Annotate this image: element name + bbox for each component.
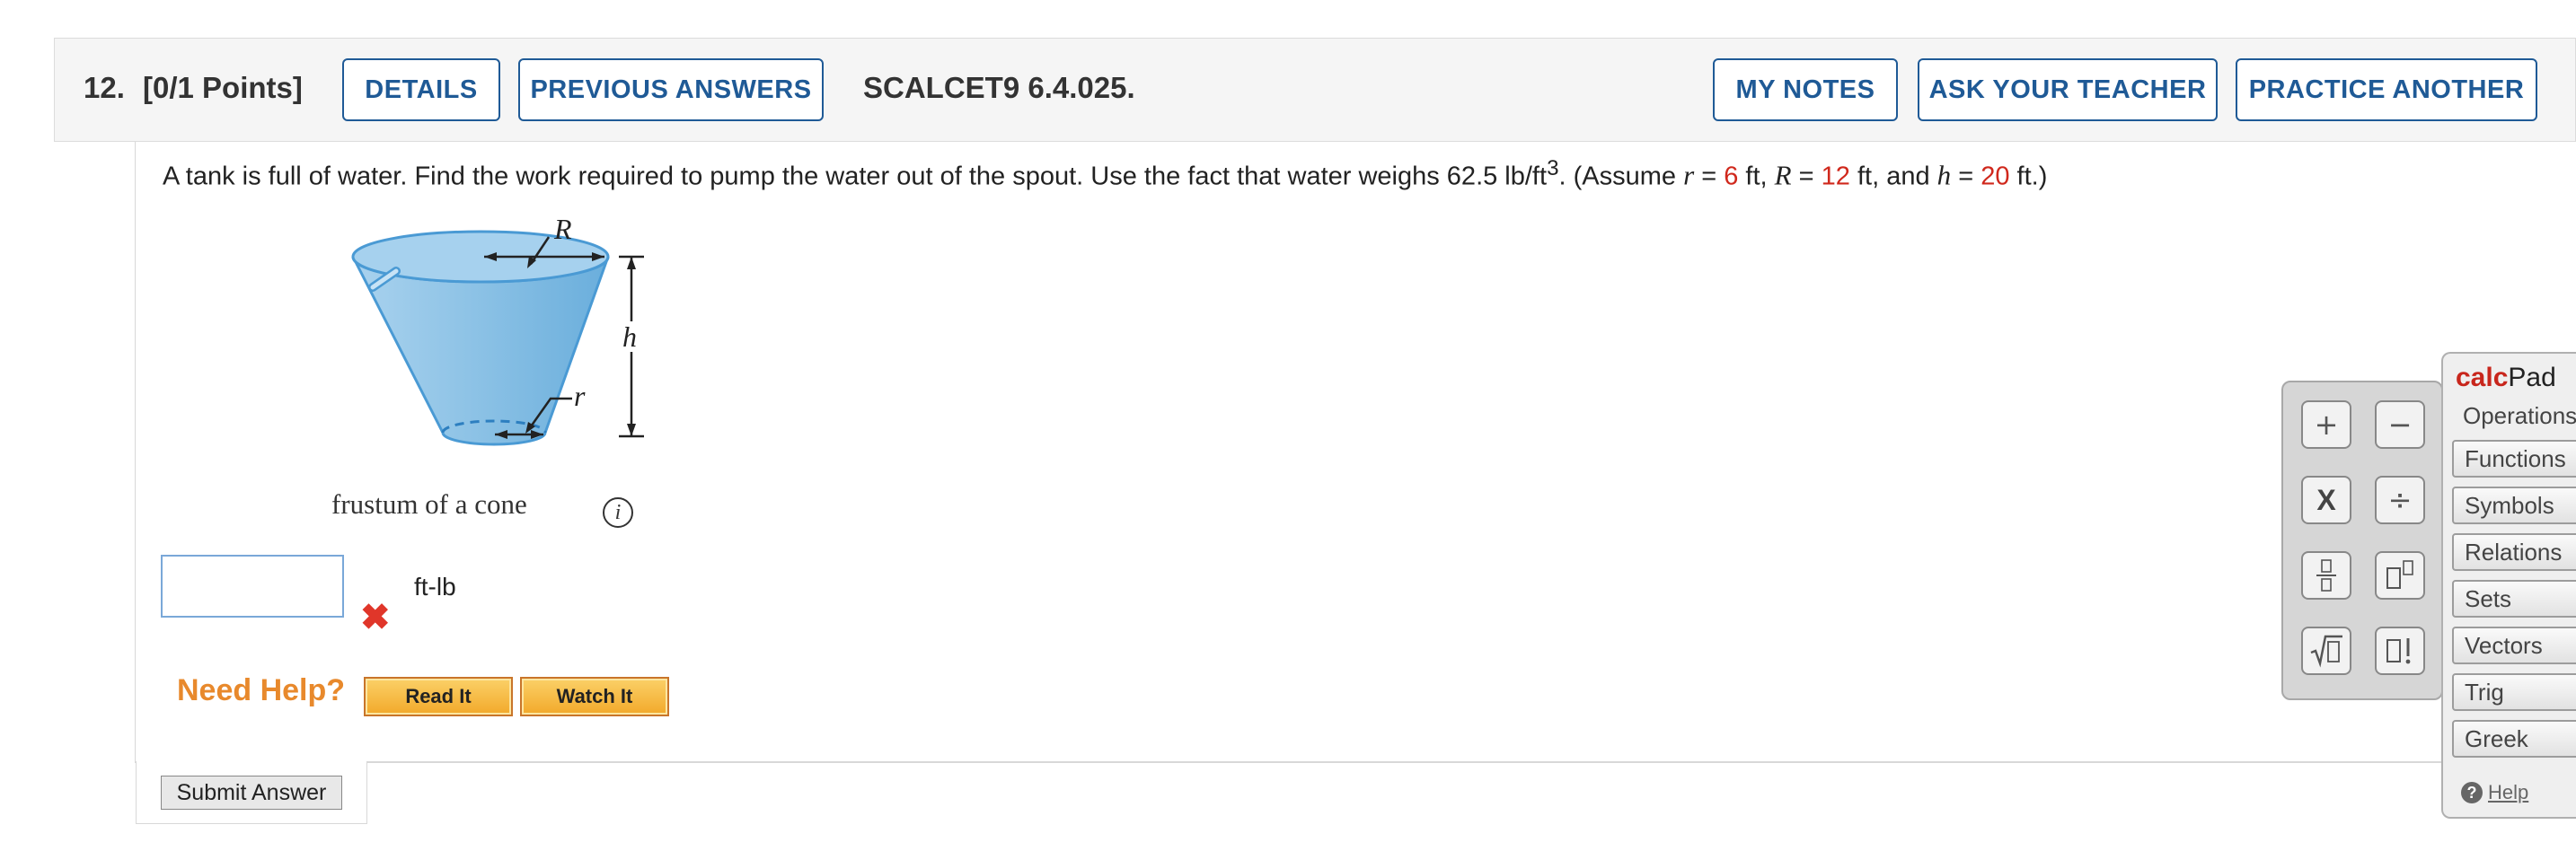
minus-key[interactable]: − — [2375, 400, 2425, 449]
tab-symbols[interactable]: Symbols — [2452, 487, 2576, 524]
info-icon[interactable]: i — [603, 497, 633, 528]
help-icon: ? — [2461, 782, 2483, 803]
frustum-figure: R h r — [351, 214, 644, 446]
calcpad-title: calcPad — [2456, 363, 2556, 392]
incorrect-icon: ✖ — [360, 598, 391, 637]
need-help-label: Need Help? — [177, 673, 346, 707]
tab-relations[interactable]: Relations — [2452, 533, 2576, 571]
watch-it-button[interactable]: Watch It — [520, 677, 669, 716]
question-header: 12. [0/1 Points] DETAILS PREVIOUS ANSWER… — [54, 38, 2576, 142]
question-body: A tank is full of water. Find the work r… — [135, 142, 2576, 824]
question-code: SCALCET9 6.4.025. — [863, 71, 1135, 104]
fraction-icon — [2316, 559, 2336, 592]
ask-your-teacher-button[interactable]: ASK YOUR TEACHER — [1918, 58, 2218, 121]
tank-body-shape — [351, 256, 610, 446]
question-points: [0/1 Points] — [143, 71, 303, 104]
calcpad-help[interactable]: ? Help — [2461, 781, 2528, 804]
label-h: h — [622, 320, 637, 353]
plus-key[interactable]: + — [2301, 400, 2351, 449]
tab-trig[interactable]: Trig — [2452, 673, 2576, 711]
calcpad-panel: calcPad Operations Functions Symbols Rel… — [2441, 352, 2576, 819]
read-it-button[interactable]: Read It — [364, 677, 513, 716]
tab-sets[interactable]: Sets — [2452, 580, 2576, 618]
factorial-icon — [2386, 638, 2411, 664]
question-text: A tank is full of water. Find the work r… — [163, 156, 2048, 191]
factorial-key[interactable] — [2375, 627, 2425, 675]
previous-answers-button[interactable]: PREVIOUS ANSWERS — [518, 58, 824, 121]
practice-another-button[interactable]: PRACTICE ANOTHER — [2236, 58, 2537, 121]
figure-caption: frustum of a cone — [331, 488, 527, 520]
exponent-key[interactable] — [2375, 551, 2425, 600]
divide-key[interactable]: ÷ — [2375, 476, 2425, 524]
exponent-icon — [2386, 560, 2413, 589]
my-notes-button[interactable]: MY NOTES — [1713, 58, 1898, 121]
operations-tab[interactable]: Operations — [2463, 402, 2576, 430]
submit-answer-button[interactable]: Submit Answer — [161, 776, 342, 810]
answer-input[interactable] — [161, 555, 344, 618]
label-r: r — [574, 380, 586, 412]
label-R: R — [553, 214, 572, 245]
sqrt-icon — [2310, 635, 2342, 668]
times-key[interactable]: X — [2301, 476, 2351, 524]
tab-greek[interactable]: Greek — [2452, 720, 2576, 758]
sqrt-key[interactable] — [2301, 627, 2351, 675]
fraction-key[interactable] — [2301, 551, 2351, 600]
divider — [367, 761, 2576, 763]
details-button[interactable]: DETAILS — [342, 58, 500, 121]
calcpad-keypad: + − X ÷ — [2281, 381, 2443, 700]
answer-unit: ft-lb — [414, 573, 456, 601]
tab-functions[interactable]: Functions — [2452, 440, 2576, 478]
tab-vectors[interactable]: Vectors — [2452, 627, 2576, 664]
help-link[interactable]: Help — [2488, 781, 2528, 804]
question-number: 12. — [84, 71, 125, 104]
